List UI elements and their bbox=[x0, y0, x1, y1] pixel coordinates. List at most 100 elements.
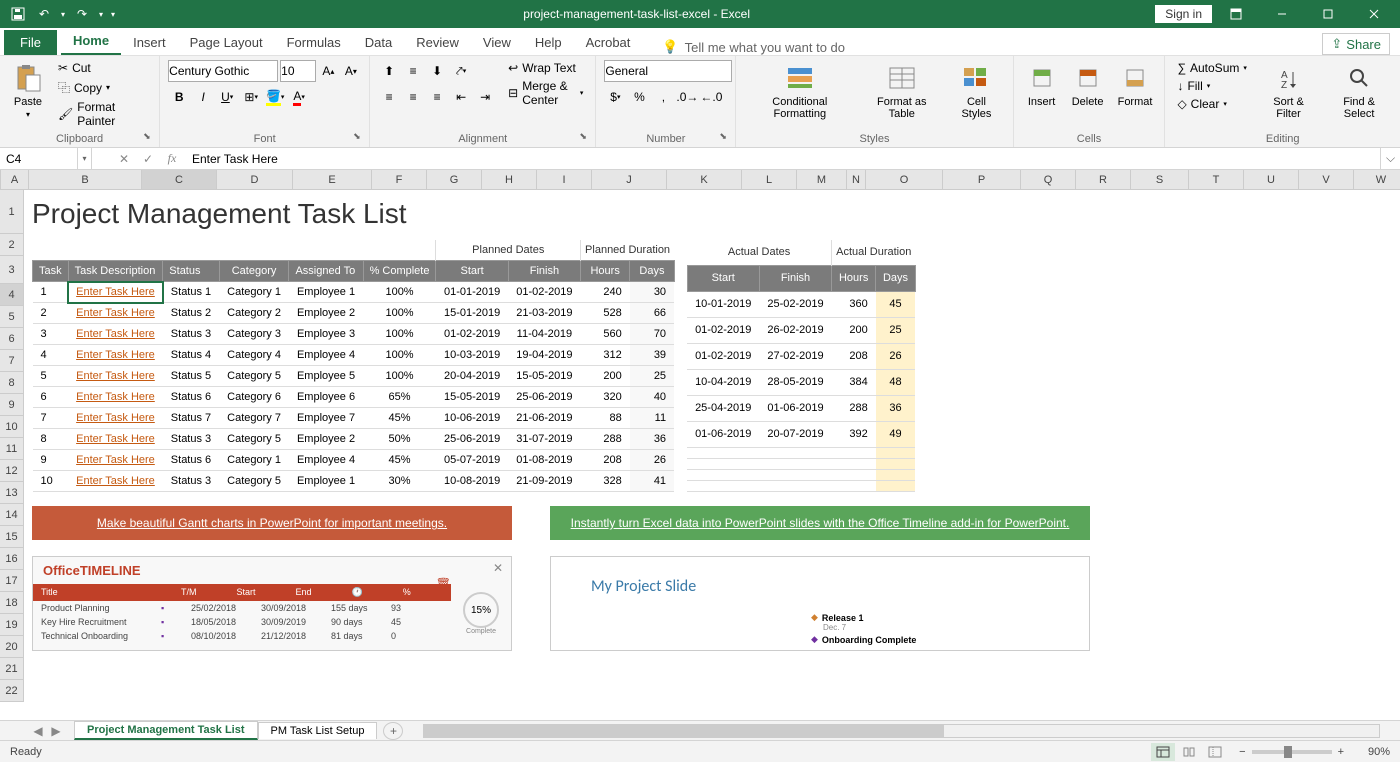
table-row[interactable] bbox=[687, 480, 915, 491]
table-row[interactable] bbox=[687, 458, 915, 469]
alignment-launcher[interactable]: ⬊ bbox=[579, 131, 593, 145]
cancel-formula-button[interactable]: ✕ bbox=[112, 148, 136, 169]
sort-filter-button[interactable]: AZSort & Filter bbox=[1259, 60, 1318, 122]
row-header-10[interactable]: 10 bbox=[0, 416, 24, 438]
font-launcher[interactable]: ⬊ bbox=[353, 131, 367, 145]
find-select-button[interactable]: Find & Select bbox=[1326, 60, 1392, 122]
bold-button[interactable]: B bbox=[168, 86, 190, 108]
zoom-level[interactable]: 90% bbox=[1350, 746, 1390, 758]
row-header-8[interactable]: 8 bbox=[0, 372, 24, 394]
sheet-nav-next[interactable]: ▶ bbox=[48, 724, 64, 738]
align-bottom-button[interactable]: ⬇ bbox=[426, 60, 448, 82]
col-header-H[interactable]: H bbox=[482, 170, 537, 190]
fill-color-button[interactable]: 🪣▾ bbox=[264, 86, 286, 108]
align-right-button[interactable]: ≡ bbox=[426, 86, 448, 108]
enter-formula-button[interactable]: ✓ bbox=[136, 148, 160, 169]
col-header-L[interactable]: L bbox=[742, 170, 797, 190]
increase-font-button[interactable]: A▴ bbox=[318, 60, 339, 82]
decrease-indent-button[interactable]: ⇤ bbox=[450, 86, 472, 108]
tab-review[interactable]: Review bbox=[404, 30, 471, 55]
col-header-E[interactable]: E bbox=[293, 170, 372, 190]
save-button[interactable] bbox=[6, 3, 30, 25]
name-box[interactable]: C4 bbox=[0, 148, 78, 169]
col-header-R[interactable]: R bbox=[1076, 170, 1131, 190]
align-top-button[interactable]: ⬆ bbox=[378, 60, 400, 82]
row-header-18[interactable]: 18 bbox=[0, 592, 24, 614]
table-row[interactable]: 10-01-2019 25-02-2019 360 45 bbox=[687, 291, 915, 317]
decrease-decimal-button[interactable]: ←.0 bbox=[700, 86, 722, 108]
task-description-cell[interactable]: Enter Task Here bbox=[68, 303, 163, 324]
page-break-view-button[interactable] bbox=[1203, 743, 1227, 761]
spreadsheet-grid[interactable]: 12345678910111213141516171819202122 Proj… bbox=[0, 190, 1400, 720]
row-header-1[interactable]: 1 bbox=[0, 190, 24, 234]
close-button[interactable] bbox=[1352, 0, 1396, 28]
table-row[interactable]: 8 Enter Task Here Status 3 Category 5 Em… bbox=[33, 429, 675, 450]
table-row[interactable]: 01-02-2019 26-02-2019 200 25 bbox=[687, 317, 915, 343]
qat-customize[interactable]: ▾ bbox=[108, 3, 118, 25]
decrease-font-button[interactable]: A▾ bbox=[341, 60, 362, 82]
font-size-select[interactable] bbox=[280, 60, 316, 82]
task-description-cell[interactable]: Enter Task Here bbox=[68, 324, 163, 345]
row-header-2[interactable]: 2 bbox=[0, 234, 24, 256]
row-header-22[interactable]: 22 bbox=[0, 680, 24, 702]
row-header-17[interactable]: 17 bbox=[0, 570, 24, 592]
cut-button[interactable]: ✂Cut bbox=[54, 60, 151, 76]
task-description-cell[interactable]: Enter Task Here bbox=[68, 408, 163, 429]
clear-button[interactable]: ◇Clear▾ bbox=[1173, 96, 1250, 112]
font-name-select[interactable] bbox=[168, 60, 278, 82]
row-header-11[interactable]: 11 bbox=[0, 438, 24, 460]
tab-view[interactable]: View bbox=[471, 30, 523, 55]
align-middle-button[interactable]: ≡ bbox=[402, 60, 424, 82]
table-row[interactable]: 3 Enter Task Here Status 3 Category 3 Em… bbox=[33, 324, 675, 345]
table-row[interactable]: 9 Enter Task Here Status 6 Category 1 Em… bbox=[33, 450, 675, 471]
table-row[interactable]: 2 Enter Task Here Status 2 Category 2 Em… bbox=[33, 303, 675, 324]
col-header-J[interactable]: J bbox=[592, 170, 667, 190]
table-row[interactable]: 01-06-2019 20-07-2019 392 49 bbox=[687, 421, 915, 447]
underline-button[interactable]: U▾ bbox=[216, 86, 238, 108]
table-row[interactable]: 4 Enter Task Here Status 4 Category 4 Em… bbox=[33, 345, 675, 366]
gantt-banner-link[interactable]: Make beautiful Gantt charts in PowerPoin… bbox=[32, 506, 512, 540]
share-button[interactable]: ⇪ Share bbox=[1322, 33, 1390, 55]
cell-styles-button[interactable]: Cell Styles bbox=[948, 60, 1004, 122]
tab-insert[interactable]: Insert bbox=[121, 30, 178, 55]
wrap-text-button[interactable]: ↩Wrap Text bbox=[504, 60, 587, 76]
conditional-formatting-button[interactable]: Conditional Formatting bbox=[744, 60, 855, 122]
tab-home[interactable]: Home bbox=[61, 28, 121, 55]
name-box-dropdown[interactable]: ▾ bbox=[78, 148, 92, 169]
tell-me-search[interactable]: 💡 Tell me what you want to do bbox=[642, 39, 845, 55]
font-color-button[interactable]: A▾ bbox=[288, 86, 310, 108]
col-header-K[interactable]: K bbox=[667, 170, 742, 190]
col-header-O[interactable]: O bbox=[866, 170, 943, 190]
table-row[interactable]: 5 Enter Task Here Status 5 Category 5 Em… bbox=[33, 366, 675, 387]
row-header-7[interactable]: 7 bbox=[0, 350, 24, 372]
undo-dropdown[interactable]: ▾ bbox=[58, 3, 68, 25]
table-row[interactable] bbox=[687, 469, 915, 480]
format-as-table-button[interactable]: Format as Table bbox=[861, 60, 942, 122]
row-header-14[interactable]: 14 bbox=[0, 504, 24, 526]
table-row[interactable]: 25-04-2019 01-06-2019 288 36 bbox=[687, 395, 915, 421]
insert-cells-button[interactable]: Insert bbox=[1022, 60, 1062, 110]
fill-button[interactable]: ↓Fill▾ bbox=[1173, 78, 1250, 94]
tab-page-layout[interactable]: Page Layout bbox=[178, 30, 275, 55]
add-sheet-button[interactable]: + bbox=[383, 722, 403, 740]
row-header-6[interactable]: 6 bbox=[0, 328, 24, 350]
autosum-button[interactable]: ∑AutoSum▾ bbox=[1173, 60, 1250, 76]
italic-button[interactable]: I bbox=[192, 86, 214, 108]
undo-button[interactable]: ↶ bbox=[32, 3, 56, 25]
task-description-cell[interactable]: Enter Task Here bbox=[68, 450, 163, 471]
table-row[interactable]: 10-04-2019 28-05-2019 384 48 bbox=[687, 369, 915, 395]
sheet-nav-prev[interactable]: ◀ bbox=[30, 724, 46, 738]
align-left-button[interactable]: ≡ bbox=[378, 86, 400, 108]
col-header-Q[interactable]: Q bbox=[1021, 170, 1076, 190]
expand-formula-bar[interactable]: ⌵ bbox=[1380, 148, 1400, 169]
tab-formulas[interactable]: Formulas bbox=[275, 30, 353, 55]
col-header-P[interactable]: P bbox=[943, 170, 1021, 190]
tab-help[interactable]: Help bbox=[523, 30, 574, 55]
format-painter-button[interactable]: 🖌Format Painter bbox=[54, 99, 151, 129]
number-format-select[interactable] bbox=[604, 60, 732, 82]
task-description-cell[interactable]: Enter Task Here bbox=[68, 345, 163, 366]
task-description-cell[interactable]: Enter Task Here bbox=[68, 387, 163, 408]
row-header-15[interactable]: 15 bbox=[0, 526, 24, 548]
copy-button[interactable]: ⿻Copy▾ bbox=[54, 78, 151, 97]
page-layout-view-button[interactable] bbox=[1177, 743, 1201, 761]
